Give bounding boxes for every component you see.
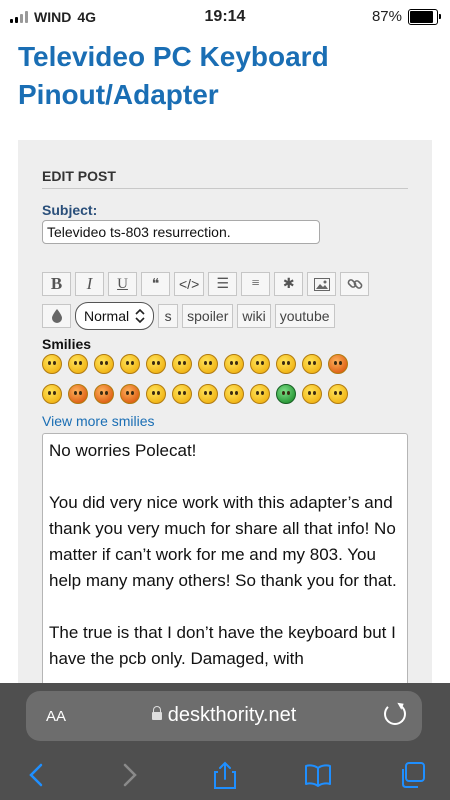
smiley-icon[interactable] — [302, 384, 322, 404]
spoiler-button[interactable]: spoiler — [182, 304, 234, 328]
smiley-icon[interactable] — [198, 384, 218, 404]
smiley-icon[interactable] — [172, 354, 192, 374]
divider — [42, 188, 408, 189]
url-display[interactable]: deskthority.net — [26, 704, 422, 727]
smiley-icon[interactable] — [172, 384, 192, 404]
share-icon — [214, 761, 236, 789]
smiley-icon[interactable] — [276, 384, 296, 404]
smiley-icon[interactable] — [42, 354, 62, 374]
battery-status: 87% — [371, 8, 441, 25]
numbered-list-button[interactable]: ≡ — [241, 272, 271, 296]
quote-button[interactable]: ❝ — [141, 272, 170, 296]
message-paragraph: The true is that I don’t have the keyboa… — [49, 623, 396, 668]
italic-button[interactable]: I — [75, 272, 104, 296]
smiley-icon[interactable] — [120, 384, 140, 404]
browser-toolbar: AA deskthority.net — [0, 683, 450, 800]
smiley-icon[interactable] — [94, 384, 114, 404]
smiley-icon[interactable] — [302, 354, 322, 374]
font-size-value: Normal — [84, 308, 130, 324]
smiley-icon[interactable] — [42, 384, 62, 404]
browser-nav — [0, 757, 450, 793]
edit-post-panel: EDIT POST Subject: Televideo ts-803 resu… — [18, 140, 432, 703]
smiley-icon[interactable] — [68, 384, 88, 404]
back-button[interactable] — [16, 757, 56, 793]
chevron-left-icon — [29, 763, 43, 787]
select-arrows-icon — [135, 309, 145, 323]
link-button[interactable] — [340, 272, 370, 296]
message-paragraph: You did very nice work with this adapter… — [49, 493, 397, 590]
formatting-toolbar: B I U ❝ </> ☰ ≡ ✱ Normal s spoiler wiki … — [42, 272, 422, 336]
edit-post-heading: EDIT POST — [42, 168, 116, 184]
smiley-icon[interactable] — [68, 354, 88, 374]
code-button[interactable]: </> — [174, 272, 205, 296]
smilies-label: Smilies — [42, 336, 92, 352]
image-icon — [313, 277, 330, 291]
message-textarea[interactable]: No worries Polecat! You did very nice wo… — [42, 433, 408, 703]
smiley-icon[interactable] — [146, 354, 166, 374]
list-item-button[interactable]: ✱ — [274, 272, 304, 296]
smiley-icon[interactable] — [198, 354, 218, 374]
page-title[interactable]: Televideo PC Keyboard Pinout/Adapter — [18, 38, 438, 114]
view-more-smilies-link[interactable]: View more smilies — [42, 413, 155, 429]
url-text: deskthority.net — [167, 704, 297, 726]
subject-input[interactable]: Televideo ts-803 resurrection. — [42, 220, 320, 244]
battery-icon — [408, 8, 441, 25]
strike-button[interactable]: s — [158, 304, 179, 328]
color-button[interactable] — [42, 304, 71, 328]
smilies-grid — [42, 354, 402, 414]
underline-button[interactable]: U — [108, 272, 137, 296]
bookmarks-button[interactable] — [298, 757, 338, 793]
quote-icon: ❝ — [151, 276, 160, 292]
tabs-button[interactable] — [392, 757, 432, 793]
code-icon: </> — [179, 276, 200, 292]
tabs-icon — [402, 762, 425, 788]
status-bar: WIND 4G 19:14 87% — [0, 0, 450, 34]
youtube-button[interactable]: youtube — [274, 304, 335, 328]
message-paragraph: No worries Polecat! — [49, 441, 197, 460]
wiki-button[interactable]: wiki — [237, 304, 271, 328]
font-size-select[interactable]: Normal — [75, 302, 155, 330]
smiley-icon[interactable] — [250, 354, 270, 374]
list-button[interactable]: ☰ — [208, 272, 238, 296]
numbered-list-icon: ≡ — [251, 276, 260, 291]
share-button[interactable] — [205, 757, 245, 793]
droplet-icon — [51, 309, 62, 323]
smiley-icon[interactable] — [94, 354, 114, 374]
image-button[interactable] — [307, 272, 337, 296]
smiley-icon[interactable] — [224, 384, 244, 404]
link-icon — [347, 279, 363, 289]
battery-percent: 87% — [371, 8, 402, 25]
list-icon: ☰ — [216, 276, 230, 292]
smiley-icon[interactable] — [276, 354, 296, 374]
asterisk-icon: ✱ — [282, 276, 295, 292]
smiley-icon[interactable] — [120, 354, 140, 374]
forward-button[interactable] — [110, 757, 150, 793]
smiley-icon[interactable] — [328, 354, 348, 374]
chevron-right-icon — [123, 763, 137, 787]
reload-icon[interactable] — [384, 703, 406, 725]
smiley-icon[interactable] — [224, 354, 244, 374]
smiley-icon[interactable] — [250, 384, 270, 404]
bold-button[interactable]: B — [42, 272, 71, 296]
book-icon — [305, 764, 331, 787]
smiley-icon[interactable] — [146, 384, 166, 404]
address-bar[interactable]: AA deskthority.net — [26, 691, 422, 741]
smiley-icon[interactable] — [328, 384, 348, 404]
subject-label: Subject: — [42, 202, 98, 218]
lock-icon — [151, 706, 162, 720]
